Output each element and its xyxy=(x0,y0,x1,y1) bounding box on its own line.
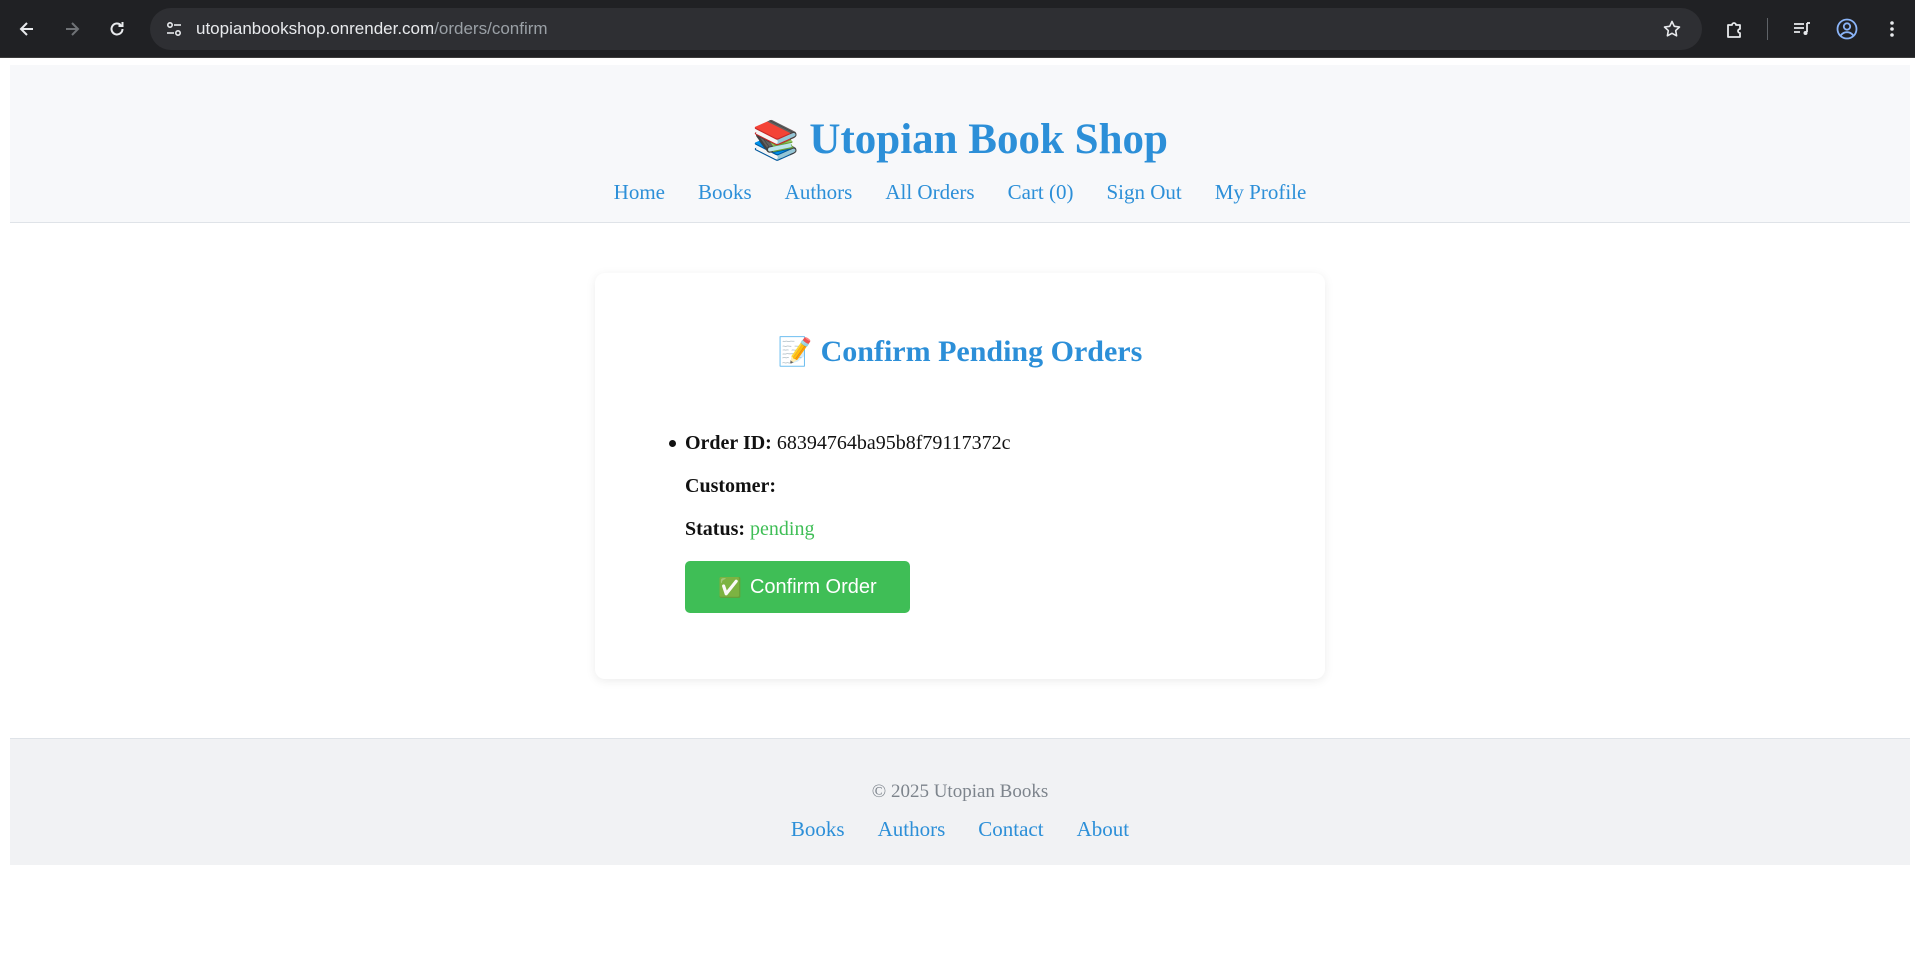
customer-row: Customer: xyxy=(685,474,776,498)
toolbar-divider xyxy=(1767,18,1768,40)
reload-icon[interactable] xyxy=(99,11,135,47)
page-title: 📝 Confirm Pending Orders xyxy=(595,335,1325,369)
confirm-order-label: Confirm Order xyxy=(749,575,877,598)
nav-home[interactable]: Home xyxy=(614,180,665,204)
copyright-text: © 2025 Utopian Books xyxy=(871,781,1049,802)
footer-link-books[interactable]: Books xyxy=(791,817,845,841)
order-id-row: Order ID: 68394764ba95b8f79117372c xyxy=(685,431,1011,455)
site-title-text: Utopian Book Shop xyxy=(809,116,1168,163)
status-row: Status: pending xyxy=(685,517,814,541)
nav-my-profile[interactable]: My Profile xyxy=(1215,180,1307,204)
page-title-text: Confirm Pending Orders xyxy=(820,335,1143,368)
puzzle-icon[interactable] xyxy=(1717,11,1753,47)
footer-link-contact[interactable]: Contact xyxy=(978,817,1043,841)
media-controls-icon[interactable] xyxy=(1784,11,1820,47)
back-icon[interactable] xyxy=(9,11,45,47)
nav-books[interactable]: Books xyxy=(698,180,752,204)
footer-nav: Books Authors Contact About xyxy=(10,817,1910,841)
memo-icon: 📝 xyxy=(777,335,813,368)
nav-authors[interactable]: Authors xyxy=(785,180,853,204)
status-badge: pending xyxy=(750,518,815,540)
confirm-orders-card: 📝 Confirm Pending Orders Order ID: 683947… xyxy=(595,273,1325,679)
nav-sign-out[interactable]: Sign Out xyxy=(1106,180,1181,204)
site-footer: © 2025 Utopian Books Books Authors Conta… xyxy=(10,738,1910,865)
star-icon[interactable] xyxy=(1656,13,1688,45)
order-id-label: Order ID: xyxy=(685,432,772,454)
nav-all-orders[interactable]: All Orders xyxy=(885,180,974,204)
order-id-value: 68394764ba95b8f79117372c xyxy=(776,432,1011,454)
check-mark-icon: ✅ xyxy=(718,576,742,599)
browser-toolbar: utopianbookshop.onrender.com/orders/conf… xyxy=(0,0,1915,58)
tune-icon[interactable] xyxy=(158,13,190,45)
footer-link-authors[interactable]: Authors xyxy=(878,817,946,841)
list-bullet xyxy=(669,440,676,447)
site-header: 📚 Utopian Book Shop Home Books Authors Al… xyxy=(10,65,1910,223)
main-nav: Home Books Authors All Orders Cart (0) S… xyxy=(10,180,1910,204)
confirm-order-button[interactable]: ✅ Confirm Order xyxy=(685,561,910,613)
site-title[interactable]: 📚 Utopian Book Shop xyxy=(10,115,1910,165)
account-circle-icon[interactable] xyxy=(1829,11,1865,47)
url-text[interactable]: utopianbookshop.onrender.com/orders/conf… xyxy=(196,8,548,50)
kebab-menu-icon[interactable] xyxy=(1874,11,1910,47)
nav-cart[interactable]: Cart (0) xyxy=(1008,180,1074,204)
page: 📚 Utopian Book Shop Home Books Authors Al… xyxy=(10,65,1910,865)
address-bar[interactable]: utopianbookshop.onrender.com/orders/conf… xyxy=(150,8,1702,50)
url-domain: utopianbookshop.onrender.com xyxy=(196,19,435,38)
url-path: /orders/confirm xyxy=(434,19,548,38)
status-label: Status: xyxy=(685,518,746,540)
customer-label: Customer: xyxy=(685,475,777,497)
forward-icon[interactable] xyxy=(54,11,90,47)
footer-link-about[interactable]: About xyxy=(1077,817,1130,841)
books-icon: 📚 xyxy=(752,118,800,162)
